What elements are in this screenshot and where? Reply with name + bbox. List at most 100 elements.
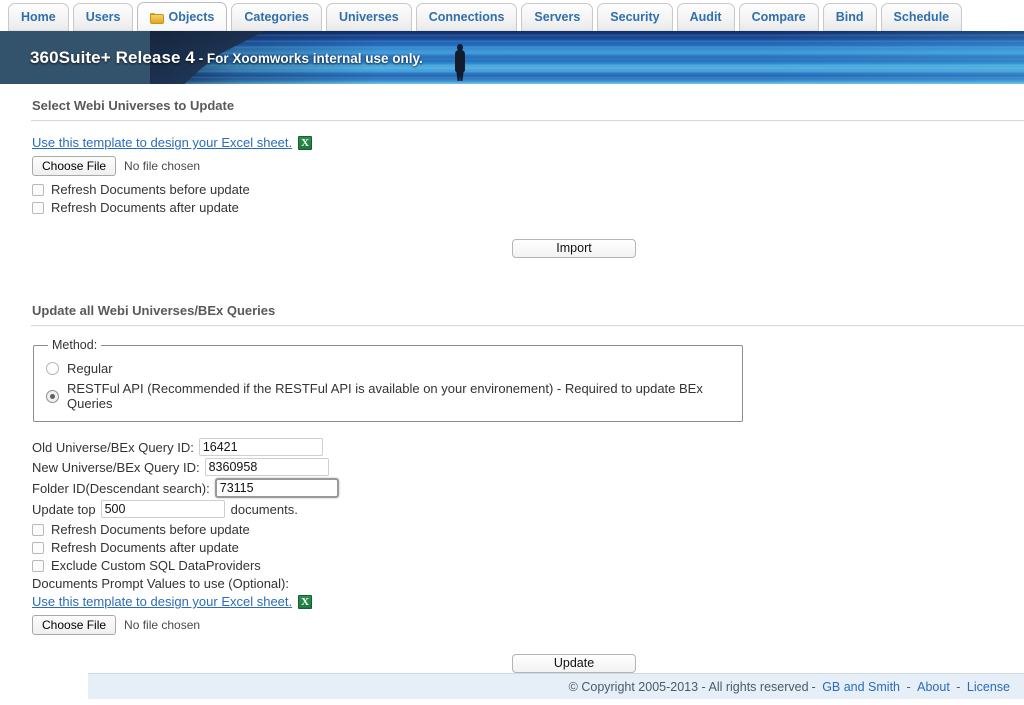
footer-separator: - [903, 679, 915, 694]
banner-text: 360Suite+ Release 4 - For Xoomworks inte… [30, 48, 423, 68]
tab-label: Home [21, 10, 56, 25]
update-no-file-text: No file chosen [124, 618, 201, 632]
tab-label: Compare [751, 10, 806, 25]
prompt-values-label: Documents Prompt Values to use (Optional… [32, 576, 289, 591]
app-page: Home Users Objects Categories Universes Conne… [0, 0, 1024, 705]
footer-separator: - [952, 679, 964, 694]
tab-schedule[interactable]: Schedule [880, 3, 963, 31]
tab-label: Schedule [893, 10, 950, 25]
import-file-input-row[interactable]: Choose File No file chosen [32, 156, 1024, 176]
update-top-suffix: documents. [230, 501, 298, 517]
radio-icon[interactable] [46, 389, 59, 403]
import-section: Select Webi Universes to Update Use this… [0, 84, 1024, 258]
checkbox-row[interactable]: Refresh Documents after update [32, 540, 1024, 555]
import-choose-file-button[interactable]: Choose File [32, 156, 117, 176]
radio-label: RESTFul API (Recommended if the RESTFul … [67, 381, 703, 411]
checkbox-row[interactable]: Refresh Documents before update [32, 182, 1024, 197]
update-button-row: Update [0, 654, 1024, 673]
checkbox-icon[interactable] [32, 541, 44, 554]
import-button[interactable]: Import [512, 239, 636, 258]
import-section-body: Use this template to design your Excel s… [0, 121, 1024, 215]
import-checkbox-group: Refresh Documents before update Refresh D… [32, 182, 1024, 215]
checkbox-label: Exclude Custom SQL DataProviders [51, 558, 261, 573]
silhouette-legs [456, 69, 464, 81]
field-label: New Universe/BEx Query ID: [32, 459, 200, 475]
tab-users[interactable]: Users [72, 3, 134, 31]
tab-audit[interactable]: Audit [676, 3, 735, 31]
page-footer: © Copyright 2005-2013 - All rights reser… [88, 673, 1024, 699]
banner-person-silhouette [452, 44, 468, 82]
silhouette-body [455, 50, 465, 72]
folder-icon [150, 12, 165, 24]
footer-copyright: © Copyright 2005-2013 - All rights reser… [568, 679, 809, 694]
tab-label: Users [85, 10, 121, 25]
footer-link-gb-and-smith[interactable]: GB and Smith [822, 680, 900, 694]
tab-universes[interactable]: Universes [325, 3, 412, 31]
update-top-label: Update top [32, 501, 96, 517]
checkbox-label: Refresh Documents after update [51, 540, 239, 555]
update-template-link[interactable]: Use this template to design your Excel s… [32, 594, 313, 609]
tab-home[interactable]: Home [8, 3, 69, 31]
update-field-group: Old Universe/BEx Query ID: New Universe/B… [32, 438, 1024, 498]
excel-icon[interactable] [298, 594, 313, 609]
update-top-row: Update top documents. [32, 500, 1024, 518]
field-row: New Universe/BEx Query ID: [32, 458, 1024, 476]
tab-label: Connections [428, 10, 505, 25]
tab-label: Audit [689, 10, 722, 25]
method-fieldset: Method: Regular RESTFul API (Recommended … [33, 338, 743, 422]
tab-label: Universes [338, 10, 399, 25]
tab-objects[interactable]: Objects [137, 2, 228, 31]
field-input[interactable] [198, 438, 323, 456]
update-section-body: Old Universe/BEx Query ID: New Universe/B… [0, 422, 1024, 635]
radio-icon[interactable] [46, 362, 59, 375]
radio-row[interactable]: RESTFul API (Recommended if the RESTFul … [46, 381, 730, 411]
footer-link-about[interactable]: About [917, 680, 950, 694]
checkbox-row[interactable]: Refresh Documents after update [32, 200, 1024, 215]
tab-label: Servers [534, 10, 581, 25]
checkbox-row[interactable]: Exclude Custom SQL DataProviders [32, 558, 1024, 573]
method-legend: Method: [52, 338, 98, 352]
checkbox-icon[interactable] [32, 201, 44, 214]
tab-label: Bind [835, 10, 864, 25]
tab-servers[interactable]: Servers [521, 3, 594, 31]
excel-icon[interactable] [298, 135, 313, 150]
tab-bind[interactable]: Bind [822, 3, 877, 31]
field-row: Folder ID(Descendant search): [32, 478, 1024, 498]
checkbox-label: Refresh Documents before update [51, 522, 250, 537]
update-checkbox-group: Refresh Documents before update Refresh D… [32, 522, 1024, 573]
checkbox-label: Refresh Documents before update [51, 182, 250, 197]
import-section-title: Select Webi Universes to Update [32, 98, 235, 113]
field-input[interactable] [214, 478, 339, 498]
field-label: Folder ID(Descendant search): [32, 480, 210, 496]
footer-separator: - [811, 679, 820, 694]
update-section-divider [31, 325, 1024, 326]
field-row: Old Universe/BEx Query ID: [32, 438, 1024, 456]
footer-link-license[interactable]: License [967, 680, 1010, 694]
update-section: Update all Webi Universes/BEx Queries Me… [0, 258, 1024, 673]
radio-label: Regular [67, 361, 113, 376]
update-file-input-row[interactable]: Choose File No file chosen [32, 615, 1024, 635]
banner-subtitle: - For Xoomworks internal use only. [194, 50, 423, 66]
checkbox-row[interactable]: Refresh Documents before update [32, 522, 1024, 537]
radio-row[interactable]: Regular [46, 361, 730, 376]
update-top-input[interactable] [100, 500, 225, 518]
tab-label: Categories [244, 10, 309, 25]
tab-security[interactable]: Security [597, 3, 673, 31]
import-button-row: Import [0, 239, 1024, 258]
update-choose-file-button[interactable]: Choose File [32, 615, 117, 635]
field-input[interactable] [204, 458, 329, 476]
tab-compare[interactable]: Compare [738, 3, 819, 31]
import-template-link[interactable]: Use this template to design your Excel s… [32, 135, 313, 150]
checkbox-icon[interactable] [32, 523, 44, 536]
import-template-link-label: Use this template to design your Excel s… [32, 135, 293, 150]
main-tab-bar: Home Users Objects Categories Universes Conne… [0, 0, 1024, 31]
checkbox-label: Refresh Documents after update [51, 200, 239, 215]
tab-connections[interactable]: Connections [415, 3, 518, 31]
banner-title: 360Suite+ Release 4 [30, 47, 195, 67]
update-section-title: Update all Webi Universes/BEx Queries [32, 303, 276, 318]
tab-categories[interactable]: Categories [231, 3, 322, 31]
checkbox-icon[interactable] [32, 183, 44, 196]
checkbox-icon[interactable] [32, 559, 44, 572]
update-template-link-label: Use this template to design your Excel s… [32, 594, 293, 609]
update-button[interactable]: Update [512, 654, 636, 673]
